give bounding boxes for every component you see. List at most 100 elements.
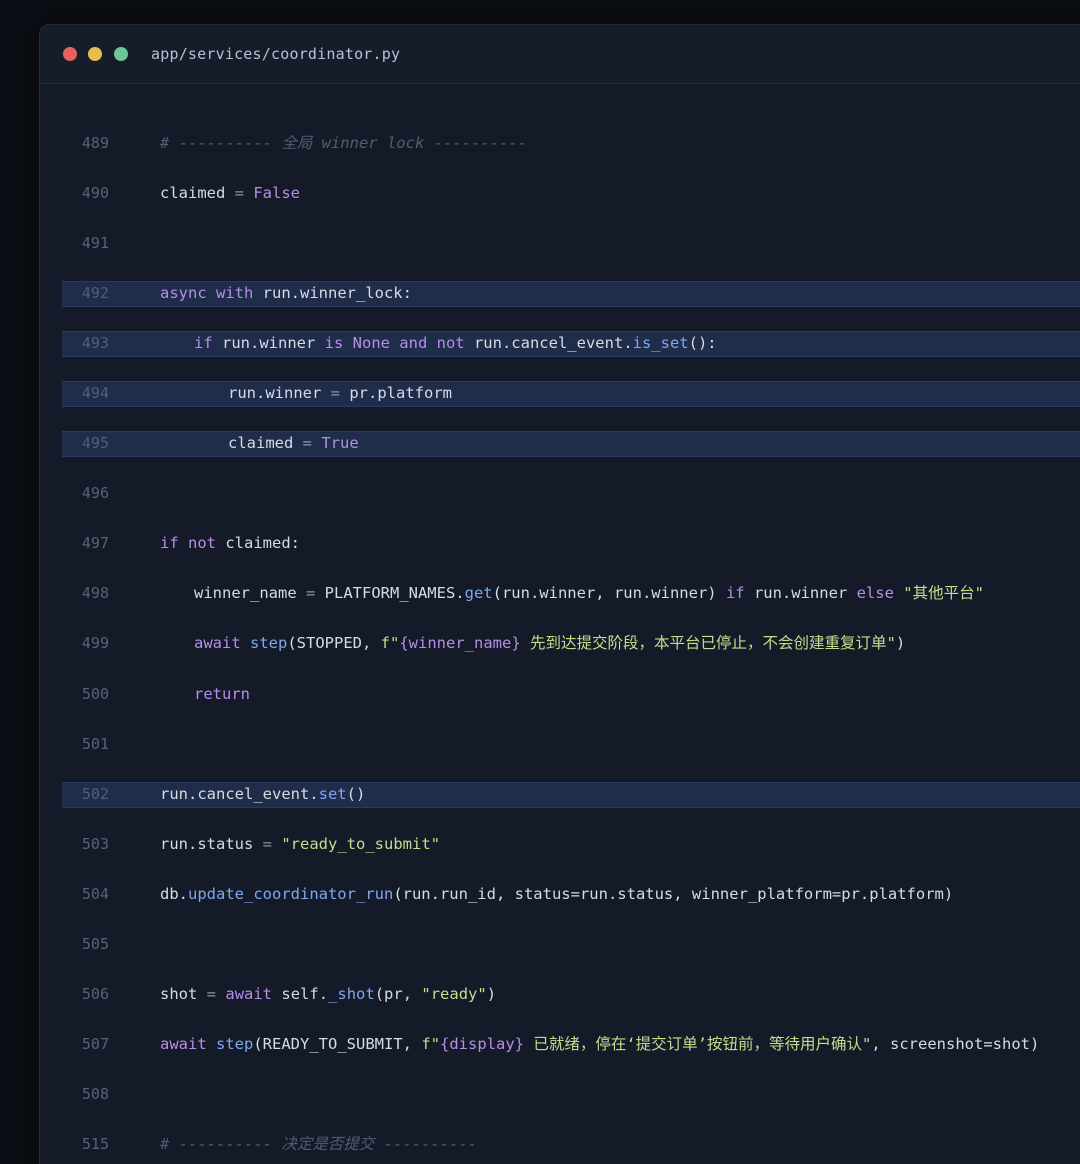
code-line-highlighted[interactable]: 492 async with run.winner_lock: xyxy=(40,268,1080,318)
line-number: 507 xyxy=(81,1034,109,1053)
code-token: = xyxy=(302,434,312,453)
code-line-highlighted[interactable]: 495 claimed = True xyxy=(40,418,1080,468)
line-number: 499 xyxy=(81,634,109,653)
code-token: "ready_to_submit" xyxy=(281,834,440,853)
code-token: run.winner xyxy=(228,384,331,403)
code-line-highlighted[interactable]: 493 if run.winner is None and not run.can… xyxy=(40,318,1080,368)
code-token: run.cancel_event. xyxy=(160,784,319,803)
line-number: 508 xyxy=(81,1084,109,1103)
code-token: f" xyxy=(421,1034,440,1053)
line-source: run.cancel_event.set() xyxy=(160,784,365,804)
code-token: (run.winner, run.winner) xyxy=(492,584,726,603)
code-token: # ---------- 决定是否提交 ---------- xyxy=(160,1134,477,1153)
code-token: _shot xyxy=(328,984,375,1003)
file-path-title: app/services/coordinator.py xyxy=(151,45,401,63)
code-token: shot xyxy=(160,984,207,1003)
code-token: if xyxy=(725,584,745,603)
code-token: f" xyxy=(380,634,400,653)
code-line[interactable]: 501 xyxy=(40,719,1080,769)
code-line[interactable]: 497 if not claimed: xyxy=(40,518,1080,568)
code-token: = xyxy=(262,834,272,853)
code-token: return xyxy=(194,684,250,703)
code-token: await xyxy=(194,634,241,653)
code-token: ) xyxy=(895,634,906,653)
code-line-highlighted[interactable]: 494 run.winner = pr.platform xyxy=(40,368,1080,418)
minimize-window-button[interactable] xyxy=(88,47,102,61)
code-token: (READY_TO_SUBMIT, xyxy=(253,1034,422,1053)
maximize-window-button[interactable] xyxy=(114,47,128,61)
code-token: , screenshot=shot) xyxy=(871,1034,1040,1053)
code-line[interactable]: 496 xyxy=(40,468,1080,518)
close-window-button[interactable] xyxy=(63,47,77,61)
code-token: False xyxy=(253,184,301,203)
line-highlight xyxy=(62,431,1080,458)
code-editor-window: app/services/coordinator.py 489 # -------… xyxy=(39,24,1080,1164)
code-token: = xyxy=(330,384,340,403)
code-token: = xyxy=(234,184,244,203)
code-token: else xyxy=(856,584,894,603)
code-view[interactable]: 489 # ---------- 全局 winner lock ---------… xyxy=(40,118,1080,1164)
code-token: "其他平台" xyxy=(903,584,984,603)
line-source: # ---------- 全局 winner lock ---------- xyxy=(160,133,527,153)
code-token: get xyxy=(464,584,493,603)
code-token: True xyxy=(321,434,359,453)
code-line[interactable]: 489 # ---------- 全局 winner lock ---------… xyxy=(40,118,1080,168)
line-source: return xyxy=(194,684,250,704)
code-line[interactable]: 490 claimed = False xyxy=(40,168,1080,218)
code-token: = xyxy=(305,584,316,603)
code-token: step xyxy=(216,1034,254,1053)
code-token: run.status xyxy=(160,834,263,853)
line-source: claimed = True xyxy=(228,433,359,453)
code-token: (): xyxy=(688,334,717,353)
code-token: () xyxy=(346,784,366,803)
code-token: await xyxy=(225,984,273,1003)
line-source: winner_name = PLATFORM_NAMES.get(run.win… xyxy=(194,583,984,603)
code-token: 先到达提交阶段，本平台已停止，不会创建重复订单" xyxy=(520,634,896,653)
code-token: await xyxy=(160,1034,207,1053)
line-source: db.update_coordinator_run(run.run_id, st… xyxy=(160,884,953,904)
line-highlight xyxy=(62,381,1080,408)
code-token: PLATFORM_NAMES. xyxy=(315,584,465,603)
line-source: await step(READY_TO_SUBMIT, f"{display} … xyxy=(160,1034,1039,1054)
line-number: 490 xyxy=(81,184,109,203)
code-line[interactable]: 504 db.update_coordinator_run(run.run_id,… xyxy=(40,869,1080,919)
code-line[interactable]: 508 xyxy=(40,1069,1080,1119)
code-line-highlighted[interactable]: 502 run.cancel_event.set() xyxy=(40,769,1080,819)
code-token: {winner_name} xyxy=(399,634,521,653)
code-token: is_set xyxy=(632,334,689,353)
code-line[interactable]: 507 await step(READY_TO_SUBMIT, f"{displa… xyxy=(40,1019,1080,1069)
code-token: claimed xyxy=(228,434,303,453)
line-number: 496 xyxy=(81,484,109,503)
code-token: self. xyxy=(272,984,329,1003)
line-source: claimed = False xyxy=(160,183,300,203)
line-source: # ---------- 决定是否提交 ---------- xyxy=(160,1134,477,1154)
code-token: claimed: xyxy=(216,534,300,553)
code-line[interactable]: 499 await step(STOPPED, f"{winner_name} 先… xyxy=(40,618,1080,668)
code-line[interactable]: 503 run.status = "ready_to_submit" xyxy=(40,819,1080,869)
code-token: update_coordinator_run xyxy=(188,884,394,903)
code-line[interactable]: 515 # ---------- 决定是否提交 ---------- xyxy=(40,1119,1080,1164)
code-line[interactable]: 498 winner_name = PLATFORM_NAMES.get(run.… xyxy=(40,568,1080,618)
line-source: shot = await self._shot(pr, "ready") xyxy=(160,984,496,1004)
line-number: 489 xyxy=(81,134,109,152)
code-line[interactable]: 506 shot = await self._shot(pr, "ready") xyxy=(40,969,1080,1019)
code-line[interactable]: 491 xyxy=(40,218,1080,268)
line-number: 498 xyxy=(81,584,109,603)
line-number: 502 xyxy=(81,784,109,803)
code-token: if xyxy=(194,334,213,353)
code-token: claimed xyxy=(160,184,235,203)
code-token: {display} xyxy=(440,1034,524,1053)
code-token: run.winner xyxy=(744,584,857,603)
line-source: run.winner = pr.platform xyxy=(228,383,452,403)
code-token: run.winner xyxy=(212,334,325,353)
code-line[interactable]: 505 xyxy=(40,919,1080,969)
code-token: (STOPPED, xyxy=(287,634,381,653)
code-line[interactable]: 500 return xyxy=(40,669,1080,719)
line-source: if run.winner is None and not run.cancel… xyxy=(194,333,717,353)
code-token: db. xyxy=(160,884,188,903)
line-number: 500 xyxy=(81,684,109,703)
